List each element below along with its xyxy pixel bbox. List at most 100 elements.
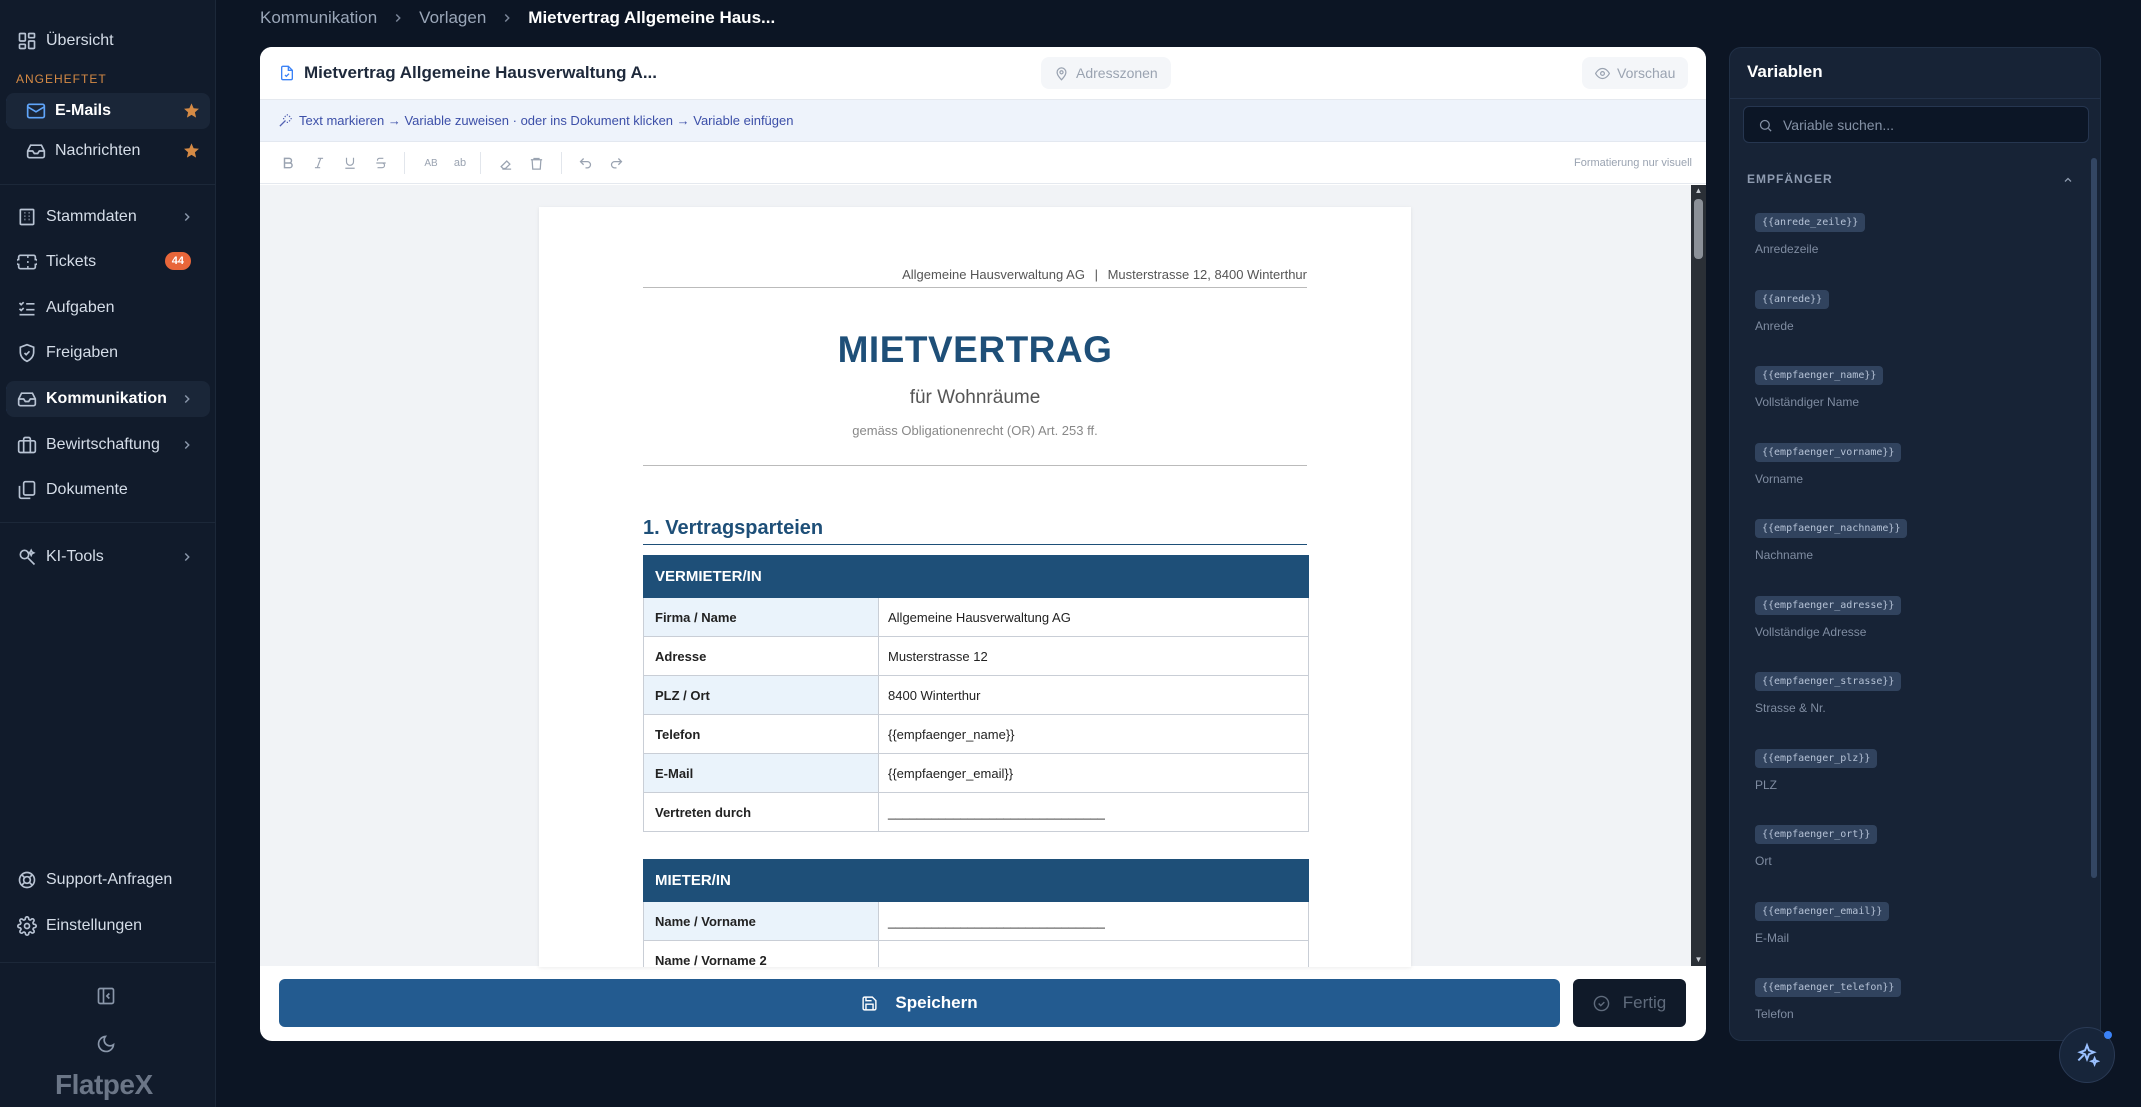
variable-tag[interactable]: {{empfaenger_nachname}}	[1755, 519, 1908, 538]
nav-master-data[interactable]: Stammdaten	[6, 199, 210, 235]
lowercase-button[interactable]: ab	[450, 154, 470, 172]
variable-search-input[interactable]: Variable suchen...	[1743, 106, 2089, 143]
preview-button[interactable]: Vorschau	[1582, 57, 1689, 89]
variable-tag[interactable]: {{empfaenger_strasse}}	[1755, 672, 1902, 691]
breadcrumb-communication[interactable]: Kommunikation	[260, 8, 377, 28]
table-row: PLZ / Ort 8400 Winterthur	[643, 675, 1309, 715]
table-row: Vertreten durch _________________________…	[643, 792, 1309, 832]
nav-approvals[interactable]: Freigaben	[6, 335, 210, 371]
nav-documents[interactable]: Dokumente	[6, 472, 210, 508]
variable-tag[interactable]: {{empfaenger_vorname}}	[1755, 442, 1902, 462]
chevron-up-icon[interactable]	[2062, 174, 2074, 186]
star-icon[interactable]	[183, 102, 200, 119]
variable-item[interactable]: {{empfaenger_plz}} PLZ	[1730, 744, 2086, 821]
sidebar: Übersicht ANGEHEFTET E-Mails Nachrichten…	[0, 0, 216, 1107]
flatpex-logo: FlatpeX	[55, 1069, 153, 1100]
scroll-down-arrow[interactable]: ▼	[1694, 956, 1703, 964]
document-icon	[281, 65, 293, 81]
map-pin-icon	[1056, 66, 1067, 81]
variable-item[interactable]: {{empfaenger_name}} Vollständiger Name	[1730, 361, 2086, 438]
table-row: Adresse Musterstrasse 12	[643, 636, 1309, 676]
variable-tag[interactable]: {{empfaenger_email}}	[1755, 901, 1890, 921]
nav-emails-label: E-Mails	[55, 102, 112, 119]
underline-button[interactable]	[341, 154, 359, 172]
letterhead: Allgemeine Hausverwaltung AG | Musterstr…	[643, 267, 1307, 288]
bold-icon	[283, 157, 293, 169]
nav-tasks[interactable]: Aufgaben	[6, 290, 210, 326]
italic-button[interactable]	[310, 154, 328, 172]
document-subtitle: für Wohnräume	[909, 387, 1041, 408]
row-value: Musterstrasse 12	[878, 636, 1309, 676]
table-row: Telefon {{empfaenger_name}}	[643, 714, 1309, 754]
variable-tag[interactable]: {{empfaenger_telefon}}	[1755, 978, 1902, 997]
variable-tag[interactable]: {{empfaenger_adresse}}	[1755, 595, 1902, 615]
mail-icon	[26, 103, 46, 119]
document-page[interactable]: Allgemeine Hausverwaltung AG | Musterstr…	[539, 207, 1411, 967]
done-button[interactable]: Fertig	[1573, 979, 1686, 1027]
nav-communication[interactable]: Kommunikation	[6, 381, 210, 417]
variable-item[interactable]: {{empfaenger_vorname}} Vorname	[1730, 438, 2086, 515]
variable-item[interactable]: {{empfaenger_nachname}} Nachname	[1730, 514, 2086, 591]
document-canvas[interactable]: Allgemeine Hausverwaltung AG | Musterstr…	[260, 185, 1691, 967]
scroll-up-arrow[interactable]: ▲	[1694, 187, 1703, 195]
strikethrough-button[interactable]	[372, 154, 390, 172]
address-zones-button[interactable]: Adresszonen	[1041, 57, 1171, 89]
breadcrumb-templates[interactable]: Vorlagen	[419, 8, 486, 28]
document-scrollbar[interactable]: ▲ ▼	[1691, 185, 1706, 966]
variable-item[interactable]: {{empfaenger_adresse}} Vollständige Adres…	[1730, 591, 2086, 668]
variable-tag[interactable]: {{empfaenger_name}}	[1755, 366, 1884, 385]
underline-icon	[345, 157, 355, 169]
shield-check-icon	[19, 343, 35, 363]
star-icon[interactable]	[183, 142, 200, 159]
table-row: Name / Vorname __________________________…	[643, 901, 1309, 941]
redo-button[interactable]	[607, 154, 625, 172]
variable-tag[interactable]: {{empfaenger_ort}}	[1755, 825, 1878, 844]
chevron-right-icon	[505, 13, 511, 23]
nav-communication-label: Kommunikation	[46, 390, 167, 407]
variable-tag[interactable]: {{anrede_zeile}}	[1755, 213, 1866, 232]
variable-tag[interactable]: {{empfaenger_plz}}	[1755, 748, 1878, 768]
nav-emails[interactable]: E-Mails	[6, 93, 210, 129]
table-row: Name / Vorname 2	[643, 940, 1309, 967]
nav-management[interactable]: Bewirtschaftung	[6, 427, 210, 463]
delete-button[interactable]	[527, 154, 545, 172]
save-button[interactable]: Speichern	[279, 979, 1560, 1027]
scrollbar-thumb[interactable]	[2091, 158, 2097, 878]
format-toolbar: AB ab Formatierung nur visuell	[260, 142, 1706, 184]
check-circle-icon	[1593, 995, 1610, 1011]
sidebar-collapse-icon[interactable]	[96, 986, 116, 1006]
nav-ai-tools-label: KI-Tools	[46, 548, 104, 565]
variable-group-label[interactable]: EMPFÄNGER	[1747, 172, 1833, 186]
scrollbar-thumb[interactable]	[1694, 199, 1703, 259]
row-label: Adresse	[643, 636, 879, 676]
variable-item[interactable]: {{empfaenger_strasse}} Strasse & Nr.	[1730, 667, 2086, 744]
uppercase-button[interactable]: AB	[420, 154, 442, 172]
moon-icon[interactable]	[96, 1034, 116, 1054]
nav-support[interactable]: Support-Anfragen	[6, 862, 210, 898]
variable-item[interactable]: {{empfaenger_telefon}} Telefon	[1730, 973, 2086, 1040]
nav-tickets[interactable]: Tickets 44	[6, 244, 210, 280]
breadcrumb: Kommunikation Vorlagen Mietvertrag Allge…	[260, 8, 775, 28]
variable-description: E-Mail	[1755, 930, 1790, 945]
nav-ai-tools[interactable]: KI-Tools	[6, 539, 210, 575]
nav-messages[interactable]: Nachrichten	[6, 133, 210, 169]
bold-button[interactable]	[279, 154, 297, 172]
legal-reference: gemäss Obligationenrecht (OR) Art. 253 f…	[852, 423, 1098, 438]
variable-description: Ort	[1755, 854, 1772, 868]
variables-scrollbar[interactable]	[2091, 158, 2097, 878]
eye-icon	[1595, 67, 1610, 79]
variable-item[interactable]: {{anrede_zeile}} Anredezeile	[1730, 208, 2086, 285]
nav-overview[interactable]: Übersicht	[6, 23, 210, 59]
breadcrumb-current: Mietvertrag Allgemeine Haus...	[528, 8, 776, 27]
variable-item[interactable]: {{anrede}} Anrede	[1730, 285, 2086, 362]
document-title: MIETVERTRAG	[837, 329, 1113, 370]
variable-item[interactable]: {{empfaenger_ort}} Ort	[1730, 820, 2086, 897]
clear-format-button[interactable]	[496, 154, 514, 172]
sidebar-divider	[0, 184, 216, 185]
table-row: Firma / Name Allgemeine Hausverwaltung AG	[643, 597, 1309, 637]
variable-item[interactable]: {{empfaenger_email}} E-Mail	[1730, 897, 2086, 974]
variable-tag[interactable]: {{anrede}}	[1755, 289, 1830, 309]
building-icon	[17, 436, 37, 454]
nav-settings[interactable]: Einstellungen	[6, 908, 210, 944]
undo-button[interactable]	[576, 154, 594, 172]
